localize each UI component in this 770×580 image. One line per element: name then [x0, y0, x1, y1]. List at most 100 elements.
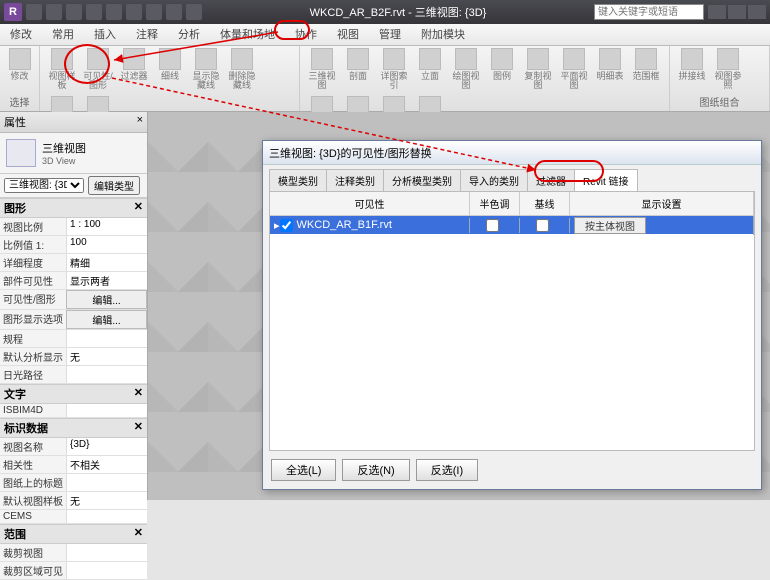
- prop-key: 默认分析显示: [0, 348, 66, 365]
- prop-section-header[interactable]: 标识数据✕: [0, 418, 147, 438]
- ribbon-button[interactable]: 删除隐藏线: [226, 48, 258, 92]
- ribbon-button[interactable]: 视图参照: [712, 48, 744, 92]
- dialog-title-bar: 三维视图: {3D}的可见性/图形替换: [263, 141, 761, 165]
- select-all-button[interactable]: 全选(L): [271, 459, 336, 481]
- prop-key: CEMS: [0, 510, 66, 523]
- ribbon-tab-8[interactable]: 管理: [369, 24, 411, 45]
- ribbon-button[interactable]: 立面: [414, 48, 446, 92]
- prop-value[interactable]: 编辑...: [66, 310, 147, 329]
- link-row[interactable]: ▸ WKCD_AR_B1F.rvt 按主体视图: [270, 216, 754, 234]
- dialog-tab-3[interactable]: 导入的类别: [460, 169, 528, 191]
- prop-value[interactable]: {3D}: [66, 438, 147, 455]
- display-settings-button[interactable]: 按主体视图: [574, 217, 646, 234]
- ribbon-button[interactable]: 范围框: [630, 48, 662, 92]
- prop-value[interactable]: [66, 366, 147, 383]
- prop-value[interactable]: 100: [66, 236, 147, 253]
- help-search-input[interactable]: [594, 4, 704, 20]
- ribbon-button[interactable]: 拼接线: [676, 48, 708, 92]
- properties-instance-row: 三维视图: {3D} 编辑类型: [0, 174, 147, 198]
- qat-undo-icon[interactable]: [66, 4, 82, 20]
- ribbon-tab-0[interactable]: 修改: [0, 24, 42, 45]
- prop-value[interactable]: 无: [66, 348, 147, 365]
- close-button[interactable]: [748, 5, 766, 19]
- prop-value[interactable]: 精细: [66, 254, 147, 271]
- ribbon-button[interactable]: 显示隐藏线: [190, 48, 222, 92]
- qat-save-icon[interactable]: [46, 4, 62, 20]
- ribbon-button[interactable]: 图例: [486, 48, 518, 92]
- prop-value[interactable]: [66, 330, 147, 347]
- dialog-tab-strip: 模型类别注释类别分析模型类别导入的类别过滤器Revit 链接: [263, 165, 761, 191]
- prop-value[interactable]: [66, 510, 147, 523]
- link-visibility-cell[interactable]: ▸ WKCD_AR_B1F.rvt: [270, 218, 470, 233]
- prop-value[interactable]: [66, 474, 147, 491]
- link-display-cell[interactable]: 按主体视图: [570, 216, 754, 235]
- ribbon-button[interactable]: 可见性/图形: [82, 48, 114, 92]
- ribbon-button[interactable]: 视图样板: [46, 48, 78, 92]
- ribbon-button-icon: [159, 48, 181, 70]
- ribbon-button[interactable]: 明细表: [594, 48, 626, 92]
- halftone-checkbox[interactable]: [486, 219, 499, 232]
- edit-type-button[interactable]: 编辑类型: [88, 176, 140, 195]
- ribbon-button[interactable]: 细线: [154, 48, 186, 92]
- invert-button[interactable]: 反选(I): [416, 459, 478, 481]
- ribbon-button[interactable]: 过滤器: [118, 48, 150, 92]
- ribbon-button-label: 拼接线: [678, 72, 705, 81]
- prop-value[interactable]: [66, 404, 147, 417]
- prop-value[interactable]: [66, 562, 147, 579]
- prop-section-header[interactable]: 范围✕: [0, 524, 147, 544]
- qat-open-icon[interactable]: [26, 4, 42, 20]
- link-halftone-cell[interactable]: [470, 218, 520, 233]
- ribbon-tab-2[interactable]: 插入: [84, 24, 126, 45]
- link-underlay-cell[interactable]: [520, 218, 570, 233]
- prop-section-header[interactable]: 文字✕: [0, 384, 147, 404]
- ribbon-button-icon: [347, 48, 369, 70]
- ribbon-tab-7[interactable]: 视图: [327, 24, 369, 45]
- underlay-checkbox[interactable]: [536, 219, 549, 232]
- ribbon-tab-6[interactable]: 协作: [285, 24, 327, 45]
- qat-print-icon[interactable]: [106, 4, 122, 20]
- ribbon-tab-3[interactable]: 注释: [126, 24, 168, 45]
- prop-value[interactable]: [66, 544, 147, 561]
- ribbon-tab-5[interactable]: 体量和场地: [210, 24, 285, 45]
- ribbon-button-icon: [195, 48, 217, 70]
- prop-row: ISBIM4D: [0, 404, 147, 418]
- ribbon-button[interactable]: 绘图视图: [450, 48, 482, 92]
- ribbon-group-title: 选择: [6, 94, 33, 109]
- prop-section-header[interactable]: 图形✕: [0, 198, 147, 218]
- instance-selector[interactable]: 三维视图: {3D}: [4, 178, 84, 193]
- dialog-tab-4[interactable]: 过滤器: [527, 169, 575, 191]
- dialog-tab-0[interactable]: 模型类别: [269, 169, 327, 191]
- ribbon-button[interactable]: 详图索引: [378, 48, 410, 92]
- properties-close-icon[interactable]: ×: [137, 114, 143, 130]
- link-visibility-checkbox[interactable]: [280, 219, 293, 232]
- ribbon-button[interactable]: 剖面: [342, 48, 374, 92]
- prop-value[interactable]: 不相关: [66, 456, 147, 473]
- prop-row: 详细程度精细: [0, 254, 147, 272]
- select-none-button[interactable]: 反选(N): [342, 459, 409, 481]
- ribbon-button[interactable]: 平面视图: [558, 48, 590, 92]
- dialog-tab-1[interactable]: 注释类别: [326, 169, 384, 191]
- minimize-button[interactable]: [708, 5, 726, 19]
- ribbon-button[interactable]: 三维视图: [306, 48, 338, 92]
- prop-value[interactable]: 无: [66, 492, 147, 509]
- maximize-button[interactable]: [728, 5, 746, 19]
- qat-redo-icon[interactable]: [86, 4, 102, 20]
- ribbon-button[interactable]: 复制视图: [522, 48, 554, 92]
- prop-row: 可见性/图形编辑...: [0, 290, 147, 310]
- qat-text-icon[interactable]: [166, 4, 182, 20]
- ribbon-tab-9[interactable]: 附加模块: [411, 24, 475, 45]
- ribbon-button[interactable]: 修改: [6, 48, 33, 92]
- prop-value[interactable]: 显示两者: [66, 272, 147, 289]
- prop-value[interactable]: 1 : 100: [66, 218, 147, 235]
- prop-value[interactable]: 编辑...: [66, 290, 147, 309]
- properties-type-selector[interactable]: 三维视图 3D View: [0, 133, 147, 174]
- col-display: 显示设置: [570, 192, 754, 215]
- ribbon-group-graphics: 视图样板可见性/图形过滤器细线显示隐藏线删除隐藏线剖切面轮廓渲染 图形: [40, 46, 300, 111]
- ribbon-tab-1[interactable]: 常用: [42, 24, 84, 45]
- ribbon-tab-4[interactable]: 分析: [168, 24, 210, 45]
- qat-more-icon[interactable]: [186, 4, 202, 20]
- qat-measure-icon[interactable]: [146, 4, 162, 20]
- dialog-tab-5[interactable]: Revit 链接: [574, 169, 638, 191]
- qat-sync-icon[interactable]: [126, 4, 142, 20]
- dialog-tab-2[interactable]: 分析模型类别: [383, 169, 461, 191]
